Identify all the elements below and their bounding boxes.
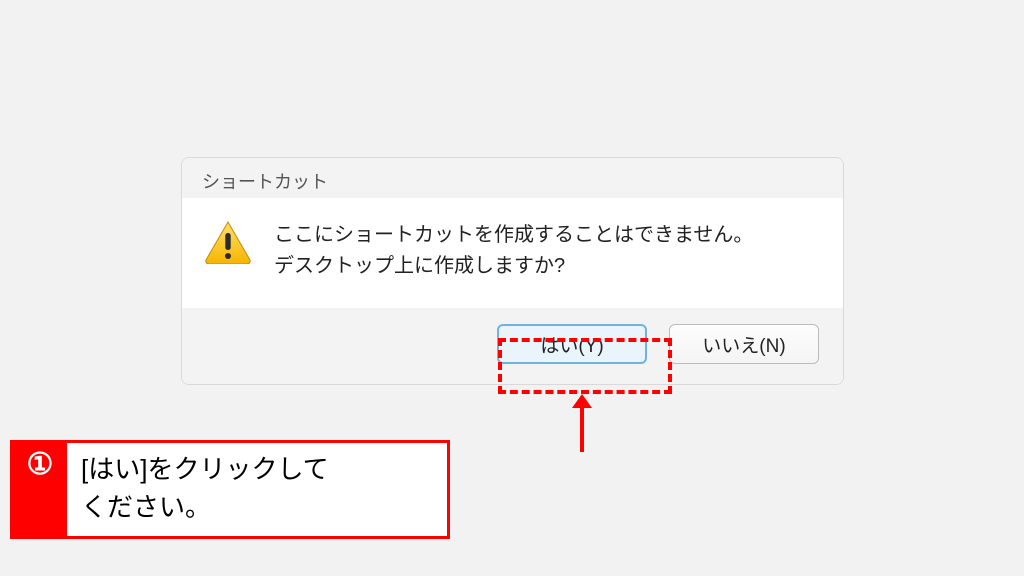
dialog-button-row: はい(Y) いいえ(N) bbox=[182, 308, 843, 384]
dialog-titlebar: ショートカット bbox=[182, 158, 843, 198]
yes-button[interactable]: はい(Y) bbox=[497, 324, 647, 364]
dialog-body: ここにショートカットを作成することはできません。 デスクトップ上に作成しますか? bbox=[182, 198, 843, 308]
callout-arrow-icon bbox=[562, 394, 602, 454]
dialog-message-line2: デスクトップ上に作成しますか? bbox=[274, 251, 753, 282]
instruction-step-number: ① bbox=[13, 443, 67, 536]
dialog-title: ショートカット bbox=[202, 172, 328, 192]
dialog-message: ここにショートカットを作成することはできません。 デスクトップ上に作成しますか? bbox=[274, 220, 753, 282]
no-button[interactable]: いいえ(N) bbox=[669, 324, 819, 364]
warning-icon bbox=[204, 220, 252, 264]
instruction-text: [はい]をクリックして ください。 bbox=[67, 443, 447, 536]
shortcut-dialog: ショートカット ここにショートカットを作成することはできません。 デスクトップ上… bbox=[181, 157, 844, 385]
instruction-callout: ① [はい]をクリックして ください。 bbox=[10, 440, 450, 539]
dialog-message-line1: ここにショートカットを作成することはできません。 bbox=[274, 220, 753, 251]
